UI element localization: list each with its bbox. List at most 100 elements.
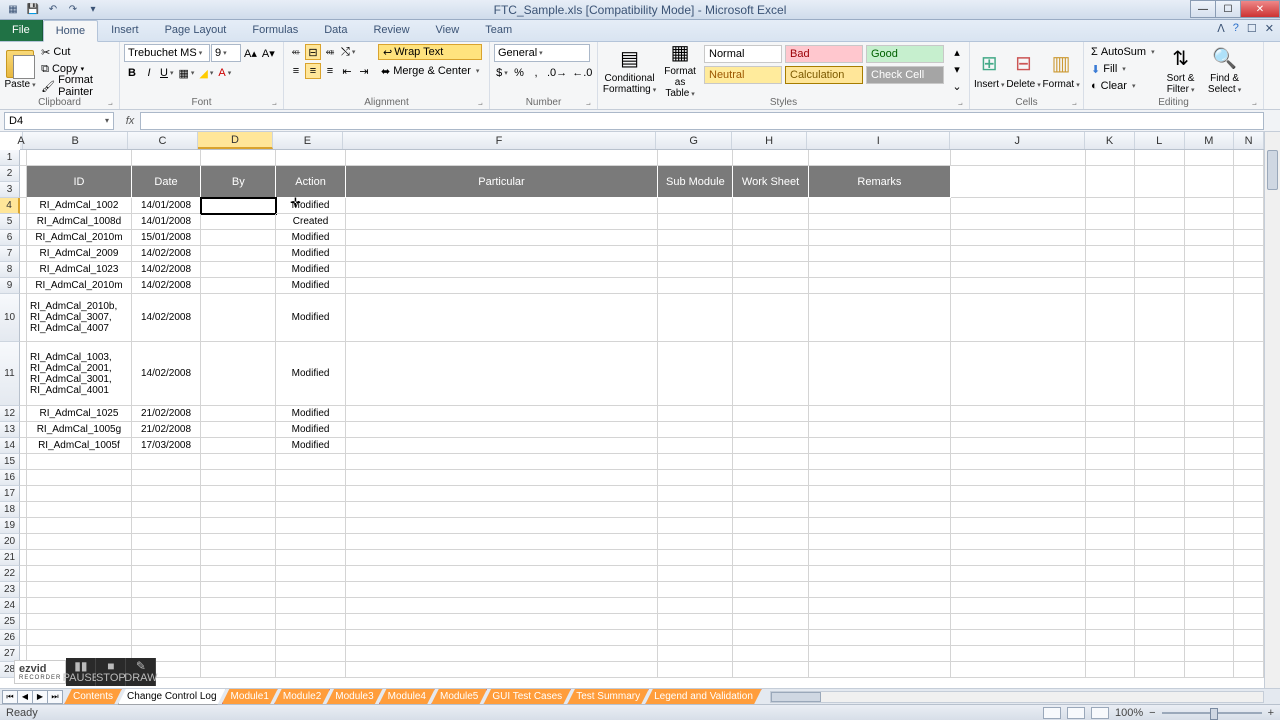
align-center-icon[interactable]: ≡ — [305, 63, 321, 79]
increase-indent-icon[interactable]: ⇥ — [356, 63, 372, 79]
style-neutral[interactable]: Neutral — [704, 66, 782, 84]
row-header-6[interactable]: 6 — [0, 230, 20, 246]
sheet-first-icon[interactable]: ⏮ — [2, 690, 18, 704]
scroll-thumb[interactable] — [1267, 150, 1278, 190]
tab-home[interactable]: Home — [43, 20, 98, 42]
fx-icon[interactable]: fx — [120, 115, 140, 127]
col-header-D[interactable]: D — [198, 132, 273, 149]
row-header-22[interactable]: 22 — [0, 566, 20, 582]
row-header-12[interactable]: 12 — [0, 406, 20, 422]
paste-button[interactable]: Paste — [4, 44, 36, 96]
decrease-indent-icon[interactable]: ⇤ — [339, 63, 355, 79]
minimize-button[interactable]: — — [1190, 0, 1216, 18]
style-bad[interactable]: Bad — [785, 45, 863, 63]
comma-icon[interactable]: , — [528, 65, 544, 81]
name-box[interactable]: D4 — [4, 112, 114, 130]
font-name-combo[interactable]: Trebuchet MS — [124, 44, 210, 62]
zoom-level[interactable]: 100% — [1115, 707, 1143, 719]
autosum-button[interactable]: ΣAutoSum — [1088, 44, 1158, 60]
excel-icon[interactable]: ▦ — [4, 2, 22, 18]
close-button[interactable]: ✕ — [1240, 0, 1280, 18]
redo-icon[interactable]: ↷ — [64, 2, 82, 18]
page-break-view-icon[interactable] — [1091, 707, 1109, 719]
align-middle-icon[interactable]: ⊟ — [305, 44, 321, 60]
format-as-table-button[interactable]: ▦Format as Table — [659, 44, 701, 96]
sheet-tab-gui-test-cases[interactable]: GUI Test Cases — [483, 689, 571, 705]
tab-file[interactable]: File — [0, 19, 43, 41]
format-cells-button[interactable]: ▥Format — [1043, 44, 1080, 96]
zoom-slider[interactable] — [1162, 712, 1262, 714]
row-header-13[interactable]: 13 — [0, 422, 20, 438]
hscroll-thumb[interactable] — [771, 692, 821, 702]
styles-more-icon[interactable]: ⌄ — [949, 78, 965, 94]
fill-button[interactable]: ⬇Fill — [1088, 61, 1158, 77]
save-icon[interactable]: 💾 — [24, 2, 42, 18]
col-header-N[interactable]: N — [1234, 132, 1264, 149]
worksheet-grid[interactable]: IDDateByActionParticularSub ModuleWork S… — [20, 150, 1264, 688]
row-header-8[interactable]: 8 — [0, 262, 20, 278]
tab-page-layout[interactable]: Page Layout — [152, 19, 240, 41]
orientation-icon[interactable]: ⤭ — [339, 44, 357, 60]
row-header-21[interactable]: 21 — [0, 550, 20, 566]
tab-formulas[interactable]: Formulas — [239, 19, 311, 41]
style-check-cell[interactable]: Check Cell — [866, 66, 944, 84]
underline-button[interactable]: U — [158, 65, 175, 81]
col-header-C[interactable]: C — [128, 132, 198, 149]
sheet-tab-test-summary[interactable]: Test Summary — [567, 689, 649, 705]
col-header-M[interactable]: M — [1185, 132, 1235, 149]
row-header-5[interactable]: 5 — [0, 214, 20, 230]
shrink-font-icon[interactable]: A▾ — [260, 45, 277, 61]
tab-view[interactable]: View — [423, 19, 473, 41]
fill-color-button[interactable]: ◢ — [197, 65, 215, 81]
minimize-ribbon-icon[interactable]: ᐱ — [1217, 22, 1225, 35]
align-right-icon[interactable]: ≡ — [322, 63, 338, 79]
insert-cells-button[interactable]: ⊞Insert — [974, 44, 1005, 96]
col-header-E[interactable]: E — [273, 132, 343, 149]
row-header-25[interactable]: 25 — [0, 614, 20, 630]
recorder-draw-button[interactable]: ✎DRAW — [126, 658, 156, 686]
delete-cells-button[interactable]: ⊟Delete — [1007, 44, 1041, 96]
zoom-in-icon[interactable]: + — [1268, 707, 1274, 719]
find-select-button[interactable]: 🔍Find & Select — [1204, 44, 1246, 96]
row-header-17[interactable]: 17 — [0, 486, 20, 502]
col-header-H[interactable]: H — [732, 132, 807, 149]
col-header-F[interactable]: F — [343, 132, 657, 149]
sheet-tab-module2[interactable]: Module2 — [274, 689, 330, 705]
format-painter-button[interactable]: 🖌Format Painter — [38, 78, 115, 94]
sheet-tab-module5[interactable]: Module5 — [431, 689, 487, 705]
bold-button[interactable]: B — [124, 65, 140, 81]
col-header-G[interactable]: G — [656, 132, 731, 149]
wrap-text-button[interactable]: ↩Wrap Text — [378, 44, 482, 60]
help-icon[interactable]: ? — [1233, 22, 1239, 35]
row-header-14[interactable]: 14 — [0, 438, 20, 454]
col-header-K[interactable]: K — [1085, 132, 1135, 149]
horizontal-scrollbar[interactable] — [770, 691, 1264, 703]
increase-decimal-icon[interactable]: .0→ — [545, 65, 569, 81]
align-bottom-icon[interactable]: ⬵ — [322, 44, 338, 60]
recorder-stop-button[interactable]: ■STOP — [96, 658, 126, 686]
row-header-4[interactable]: 4 — [0, 198, 20, 214]
style-normal[interactable]: Normal — [704, 45, 782, 63]
merge-center-button[interactable]: ⬌Merge & Center — [378, 63, 482, 79]
accounting-icon[interactable]: $ — [494, 65, 510, 81]
col-header-L[interactable]: L — [1135, 132, 1185, 149]
row-header-11[interactable]: 11 — [0, 342, 20, 406]
recorder-pause-button[interactable]: ▮▮PAUSE — [66, 658, 96, 686]
styles-up-icon[interactable]: ▴ — [949, 44, 965, 60]
row-header-9[interactable]: 9 — [0, 278, 20, 294]
tab-data[interactable]: Data — [311, 19, 360, 41]
row-header-23[interactable]: 23 — [0, 582, 20, 598]
col-header-I[interactable]: I — [807, 132, 950, 149]
vertical-scrollbar[interactable] — [1264, 132, 1280, 688]
col-header-J[interactable]: J — [950, 132, 1085, 149]
conditional-formatting-button[interactable]: ▤Conditional Formatting — [602, 44, 657, 96]
clear-button[interactable]: ◐Clear — [1088, 78, 1158, 94]
sheet-last-icon[interactable]: ⏭ — [47, 690, 63, 704]
tab-team[interactable]: Team — [472, 19, 525, 41]
row-header-20[interactable]: 20 — [0, 534, 20, 550]
sheet-tab-module1[interactable]: Module1 — [222, 689, 278, 705]
undo-icon[interactable]: ↶ — [44, 2, 62, 18]
normal-view-icon[interactable] — [1043, 707, 1061, 719]
row-header-16[interactable]: 16 — [0, 470, 20, 486]
sheet-tab-module4[interactable]: Module4 — [379, 689, 435, 705]
